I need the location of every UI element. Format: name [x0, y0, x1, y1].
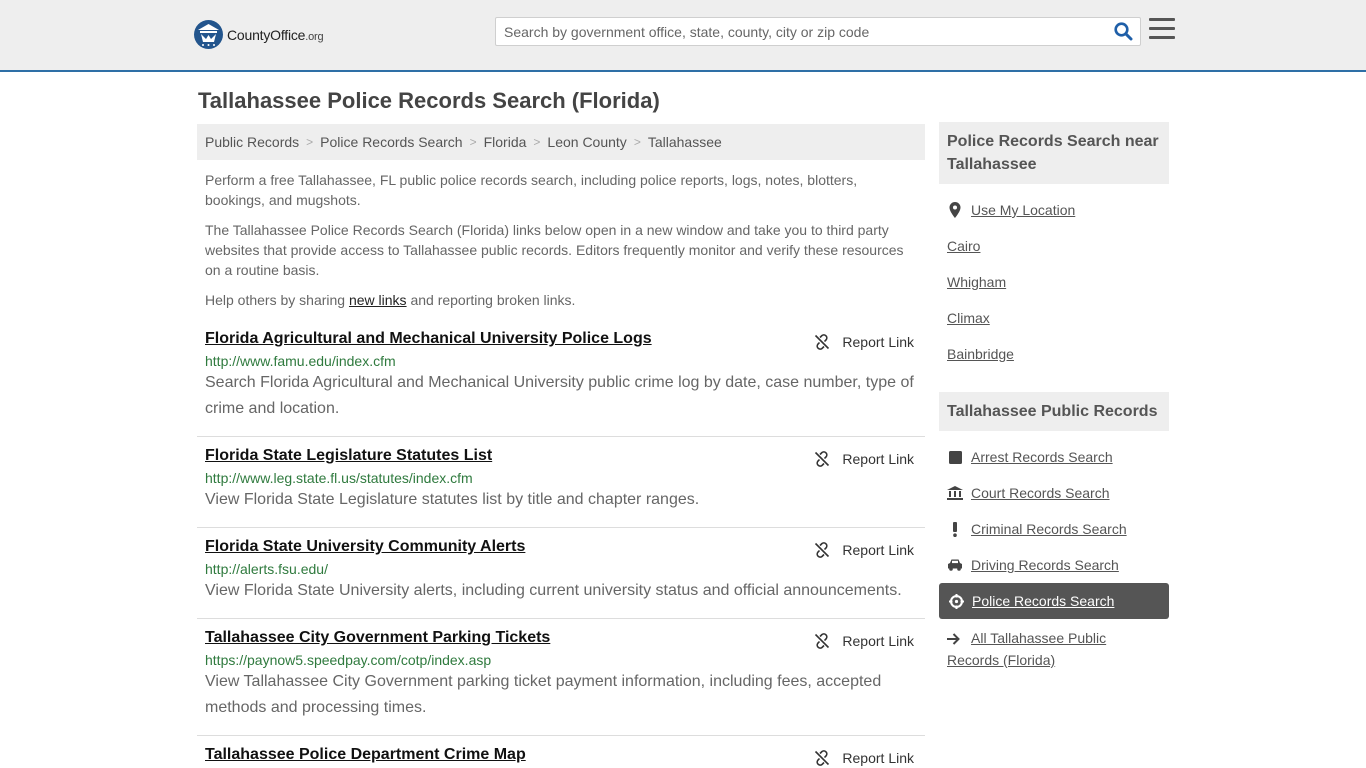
nearby-link-bainbridge[interactable]: Bainbridge: [947, 346, 1014, 362]
result-item: Florida State University Community Alert…: [197, 538, 925, 619]
breadcrumb-public-records[interactable]: Public Records: [205, 134, 299, 150]
breadcrumb-police-records-search[interactable]: Police Records Search: [320, 134, 462, 150]
arrow-right-icon: [947, 630, 965, 650]
breadcrumb-current: Tallahassee: [647, 134, 722, 150]
result-item: Tallahassee City Government Parking Tick…: [197, 629, 925, 736]
result-description: Search Florida Agricultural and Mechanic…: [205, 374, 914, 417]
logo-text: CountyOffice.org: [227, 26, 324, 43]
result-title-link[interactable]: Florida State University Community Alert…: [205, 538, 525, 556]
all-public-records-link[interactable]: All Tallahassee Public Records (Florida): [947, 628, 1147, 670]
nearby-link-climax[interactable]: Climax: [947, 310, 990, 326]
report-link-button[interactable]: Report Link: [814, 542, 914, 558]
police-records-active-link[interactable]: Police Records Search: [939, 583, 1169, 619]
site-header: CountyOffice.org: [0, 0, 1366, 72]
broken-link-icon: [815, 451, 830, 467]
search-icon: [1113, 22, 1132, 41]
disclaimer-paragraph: The Tallahassee Police Records Search (F…: [205, 222, 904, 278]
result-description: View Tallahassee City Government parking…: [205, 673, 882, 716]
nearby-link-cairo[interactable]: Cairo: [947, 238, 980, 254]
hamburger-menu-icon[interactable]: [1149, 18, 1175, 42]
criminal-records-link[interactable]: Criminal Records Search: [947, 521, 1127, 537]
search-input[interactable]: [496, 18, 1106, 45]
breadcrumb-leon-county[interactable]: Leon County: [547, 134, 626, 150]
result-title-link[interactable]: Florida Agricultural and Mechanical Univ…: [205, 330, 652, 348]
report-link-button[interactable]: Report Link: [814, 750, 914, 766]
result-item: Florida State Legislature Statutes List …: [197, 447, 925, 528]
courthouse-icon: [947, 485, 963, 501]
page-title: Tallahassee Police Records Search (Flori…: [198, 88, 660, 113]
breadcrumb-separator: >: [533, 135, 541, 149]
result-title-link[interactable]: Tallahassee City Government Parking Tick…: [205, 629, 550, 647]
broken-link-icon: [815, 542, 830, 558]
breadcrumb-separator: >: [469, 135, 477, 149]
broken-link-icon: [815, 750, 830, 766]
public-records-heading: Tallahassee Public Records: [939, 392, 1169, 431]
intro-paragraph: Perform a free Tallahassee, FL public po…: [205, 172, 858, 208]
driving-records-link[interactable]: Driving Records Search: [947, 557, 1119, 573]
exclamation-icon: [947, 521, 963, 537]
result-description: View Florida State Legislature statutes …: [205, 491, 700, 508]
nearby-heading: Police Records Search near Tallahassee: [939, 122, 1169, 184]
report-link-button[interactable]: Report Link: [814, 451, 914, 467]
broken-link-icon: [815, 633, 830, 649]
court-records-link[interactable]: Court Records Search: [947, 485, 1110, 501]
arrest-records-link[interactable]: Arrest Records Search: [947, 449, 1113, 465]
crosshair-icon: [948, 593, 964, 609]
result-description: View Florida State University alerts, in…: [205, 582, 902, 599]
use-my-location-link[interactable]: Use My Location: [947, 202, 1075, 218]
report-link-button[interactable]: Report Link: [814, 633, 914, 649]
breadcrumb-separator: >: [306, 135, 314, 149]
result-url: http://alerts.fsu.edu/: [205, 561, 328, 577]
search-button[interactable]: [1106, 18, 1140, 45]
result-title-link[interactable]: Tallahassee Police Department Crime Map: [205, 746, 526, 764]
logo-seal-icon: [194, 20, 223, 49]
result-url: https://paynow5.speedpay.com/cotp/index.…: [205, 652, 492, 668]
car-icon: [947, 557, 963, 573]
result-item: Florida Agricultural and Mechanical Univ…: [197, 330, 925, 437]
report-link-button[interactable]: Report Link: [814, 334, 914, 350]
nearby-link-whigham[interactable]: Whigham: [947, 274, 1006, 290]
breadcrumb-separator: >: [633, 135, 641, 149]
breadcrumb-florida[interactable]: Florida: [484, 134, 527, 150]
result-url: http://www.famu.edu/index.cfm: [205, 353, 396, 369]
search-bar: [495, 17, 1141, 46]
breadcrumb: Public Records > Police Records Search >…: [197, 124, 925, 160]
share-paragraph: Help others by sharing new links and rep…: [205, 292, 576, 308]
result-title-link[interactable]: Florida State Legislature Statutes List: [205, 447, 492, 465]
result-item: Tallahassee Police Department Crime Map …: [197, 746, 925, 768]
square-icon: [947, 449, 963, 465]
result-url: http://www.leg.state.fl.us/statutes/inde…: [205, 470, 473, 486]
location-pin-icon: [947, 202, 963, 218]
new-links-link[interactable]: new links: [349, 292, 407, 308]
site-logo[interactable]: CountyOffice.org: [194, 20, 324, 49]
broken-link-icon: [815, 334, 830, 350]
